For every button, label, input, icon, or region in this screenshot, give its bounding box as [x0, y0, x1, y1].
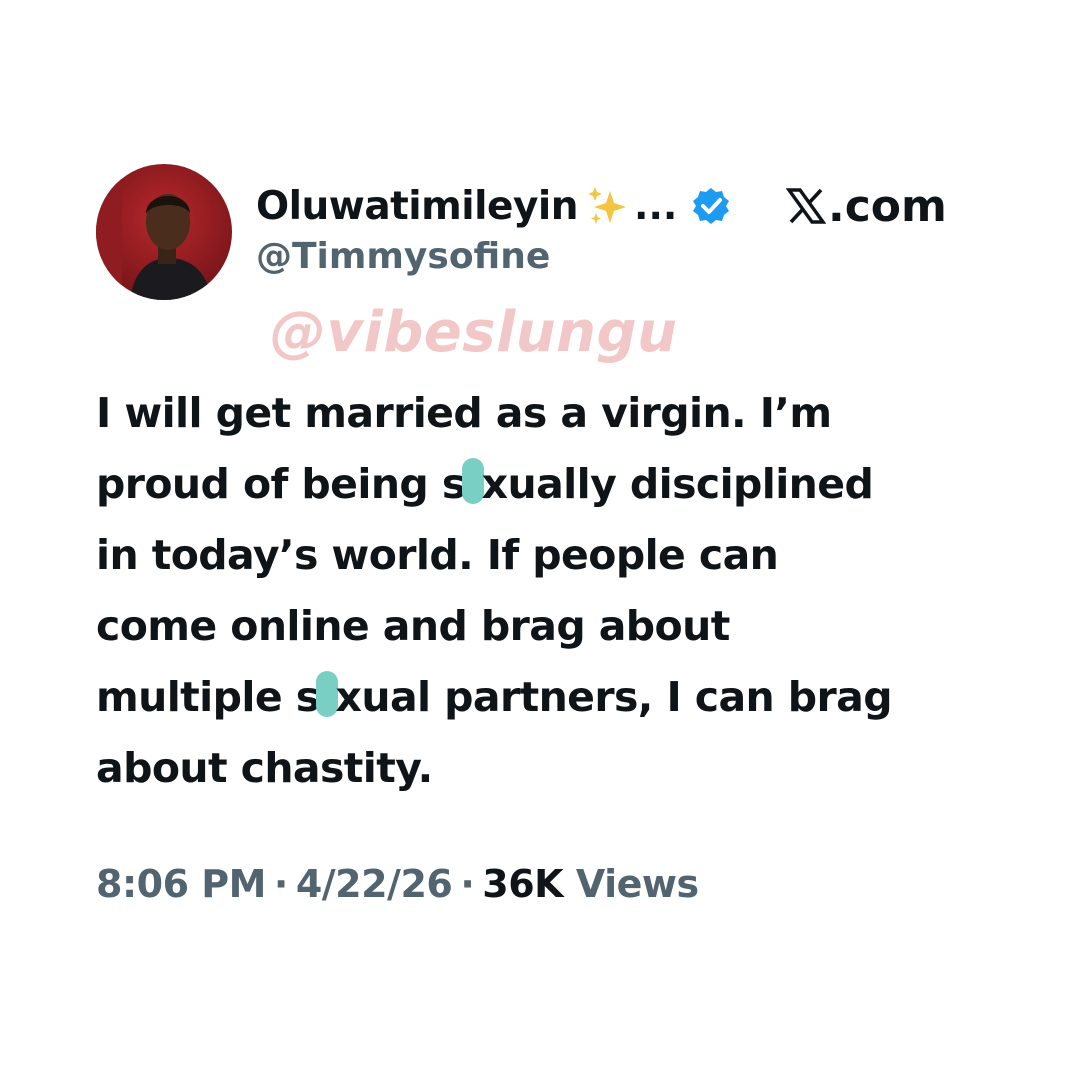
site-domain: .com — [828, 180, 947, 232]
meta-separator: · — [273, 862, 288, 906]
site-label: .com — [785, 178, 947, 234]
sparkles-icon — [584, 183, 630, 229]
tweet-line-2: proud of being s xually disciplined — [96, 449, 996, 520]
avatar-photo — [96, 164, 232, 300]
tweet-text-segment: come online and brag about — [96, 602, 730, 650]
tweet-text-segment: proud of being s — [96, 460, 466, 508]
tweet-text: I will get married as a virgin. I’m prou… — [96, 378, 996, 804]
tweet-line-5: multiple s xual partners, I can brag — [96, 662, 996, 733]
censor-dot — [315, 671, 338, 717]
verified-badge-icon — [691, 186, 731, 226]
tweet-line-1: I will get married as a virgin. I’m — [96, 378, 996, 449]
tweet-text-segment: about chastity. — [96, 744, 433, 792]
tweet-line-6: about chastity. — [96, 733, 996, 804]
tweet-date[interactable]: 4/22/26 — [296, 862, 453, 906]
tweet-text-segment: multiple s — [96, 673, 320, 721]
tweet-text-segment: I will get married as a virgin. I’m — [96, 389, 832, 437]
name-truncation: ... — [634, 184, 678, 228]
x-logo-icon — [785, 186, 827, 226]
tweet-text-segment: xual partners, I can brag — [335, 673, 893, 721]
views-label: Views — [575, 862, 699, 906]
views-count: 36K — [482, 862, 564, 906]
tweet-text-segment: in today’s world. If people can — [96, 531, 779, 579]
author-name[interactable]: Oluwatimileyin — [256, 184, 579, 229]
tweet-time[interactable]: 8:06 PM — [96, 862, 266, 906]
watermark: @vibeslungu — [270, 300, 678, 365]
author-handle[interactable]: @Timmysofine — [256, 236, 550, 277]
meta-separator: · — [460, 862, 475, 906]
tweet-text-segment: xually disciplined — [481, 460, 874, 508]
avatar[interactable] — [96, 164, 232, 300]
censor-dot — [461, 458, 484, 504]
tweet-line-3: in today’s world. If people can — [96, 520, 996, 591]
tweet-meta: 8:06 PM · 4/22/26 · 36K Views — [96, 862, 699, 906]
author-name-row[interactable]: Oluwatimileyin ... — [256, 178, 731, 234]
tweet-line-4: come online and brag about — [96, 591, 996, 662]
